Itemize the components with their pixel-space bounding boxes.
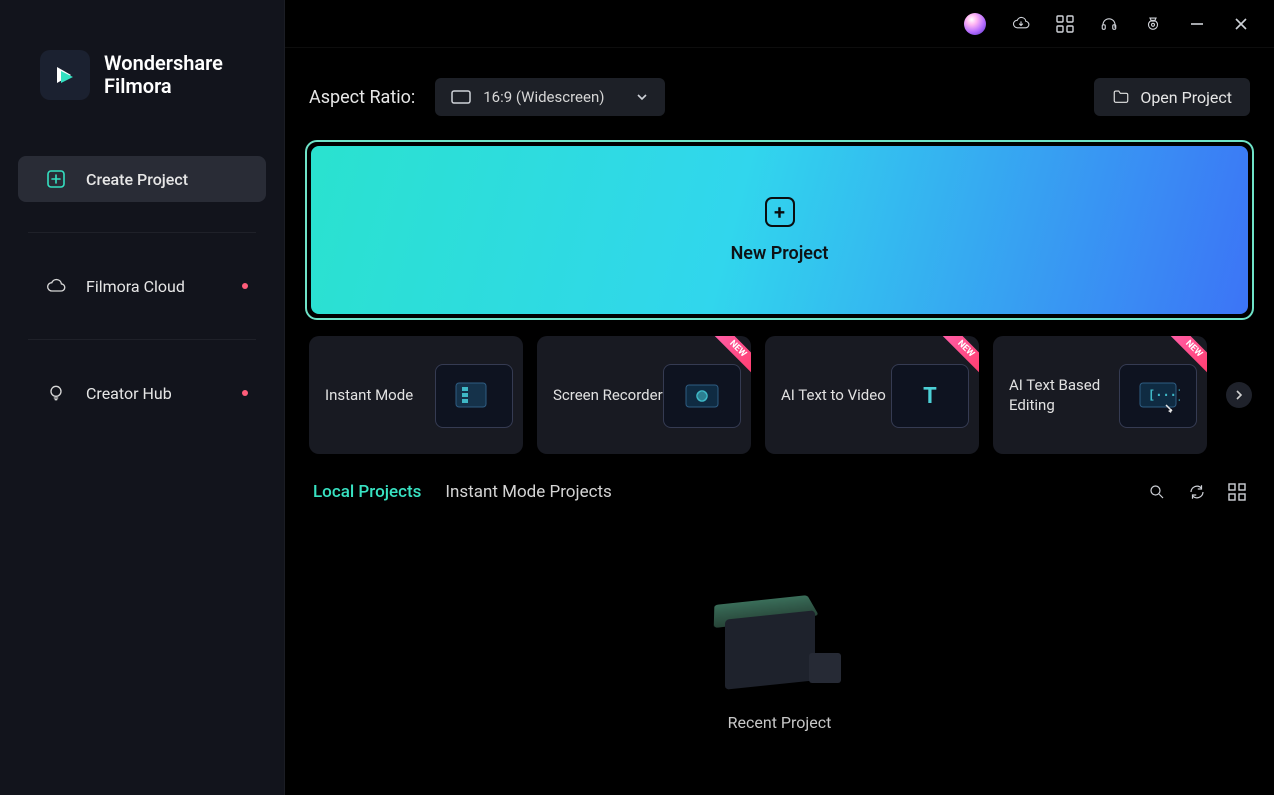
sidebar-nav: Create Project Filmora Cloud Creator Hub — [18, 156, 266, 416]
sidebar-item-filmora-cloud[interactable]: Filmora Cloud — [18, 263, 266, 309]
chevron-right-icon — [1233, 389, 1245, 401]
brand-logo — [40, 50, 90, 100]
card-title: Instant Mode — [325, 385, 413, 405]
tab-local-projects[interactable]: Local Projects — [313, 482, 421, 502]
recent-project-label: Recent Project — [728, 713, 832, 732]
sidebar-item-creator-hub[interactable]: Creator Hub — [18, 370, 266, 416]
titlebar — [285, 0, 1274, 48]
card-instant-mode[interactable]: Instant Mode — [309, 336, 523, 454]
cloud-icon — [46, 276, 66, 296]
plus-icon: + — [765, 197, 795, 227]
new-project-highlight: + New Project — [305, 140, 1254, 320]
aspect-ratio-dropdown[interactable]: 16:9 (Widescreen) — [435, 78, 665, 116]
cloud-download-icon[interactable] — [1012, 15, 1030, 33]
card-graphic-icon: [···] — [1119, 364, 1197, 428]
open-project-label: Open Project — [1140, 88, 1232, 107]
notification-dot — [242, 283, 248, 289]
plus-square-icon — [46, 169, 66, 189]
new-project-label: New Project — [731, 243, 829, 264]
card-title: Screen Recorder — [553, 385, 663, 405]
new-project-button[interactable]: + New Project — [311, 146, 1248, 314]
card-graphic-icon — [663, 364, 741, 428]
sidebar-item-label: Create Project — [86, 170, 188, 189]
support-headset-icon[interactable] — [1100, 15, 1118, 33]
widescreen-icon — [451, 90, 471, 104]
aspect-ratio-label: Aspect Ratio: — [309, 87, 415, 108]
card-graphic-icon — [435, 364, 513, 428]
folder-icon — [1112, 88, 1130, 106]
card-title: AI Text to Video — [781, 385, 886, 405]
recent-projects-empty: Recent Project — [285, 512, 1274, 795]
empty-box-icon — [715, 575, 845, 685]
projects-tabs: Local Projects Instant Mode Projects — [285, 454, 1274, 512]
sidebar-divider — [28, 232, 256, 233]
card-ai-text-based-editing[interactable]: AI Text Based Editing [···] — [993, 336, 1207, 454]
refresh-icon[interactable] — [1188, 483, 1206, 501]
sidebar-item-label: Creator Hub — [86, 384, 172, 403]
brand: Wondershare Filmora — [18, 50, 266, 100]
search-icon[interactable] — [1148, 483, 1166, 501]
card-ai-text-to-video[interactable]: AI Text to Video T — [765, 336, 979, 454]
sidebar: Wondershare Filmora Create Project Filmo… — [0, 0, 285, 795]
settings-medal-icon[interactable] — [1144, 15, 1162, 33]
account-avatar-icon[interactable] — [964, 13, 986, 35]
feature-cards-row: Instant Mode Screen Recorder AI Text to … — [285, 336, 1274, 454]
aspect-ratio-value: 16:9 (Widescreen) — [483, 88, 604, 106]
sidebar-item-create-project[interactable]: Create Project — [18, 156, 266, 202]
notification-dot — [242, 390, 248, 396]
main: Aspect Ratio: 16:9 (Widescreen) Open Pro… — [285, 0, 1274, 795]
lightbulb-icon — [46, 383, 66, 403]
window-minimize-icon[interactable] — [1188, 15, 1206, 33]
grid-view-icon[interactable] — [1228, 483, 1246, 501]
brand-line2: Filmora — [104, 75, 223, 98]
card-title: AI Text Based Editing — [1009, 375, 1119, 416]
sidebar-item-label: Filmora Cloud — [86, 277, 185, 296]
apps-grid-icon[interactable] — [1056, 15, 1074, 33]
filmora-logo-icon — [51, 61, 79, 89]
card-screen-recorder[interactable]: Screen Recorder — [537, 336, 751, 454]
tab-instant-mode-projects[interactable]: Instant Mode Projects — [445, 482, 611, 502]
brand-text: Wondershare Filmora — [104, 52, 223, 98]
card-graphic-icon: T — [891, 364, 969, 428]
sidebar-divider — [28, 339, 256, 340]
svg-text:[···]: [···] — [1148, 388, 1180, 402]
window-close-icon[interactable] — [1232, 15, 1250, 33]
controls-row: Aspect Ratio: 16:9 (Widescreen) Open Pro… — [285, 48, 1274, 140]
brand-line1: Wondershare — [104, 52, 223, 75]
cards-next-button[interactable] — [1226, 382, 1252, 408]
open-project-button[interactable]: Open Project — [1094, 78, 1250, 116]
chevron-down-icon — [635, 90, 649, 104]
